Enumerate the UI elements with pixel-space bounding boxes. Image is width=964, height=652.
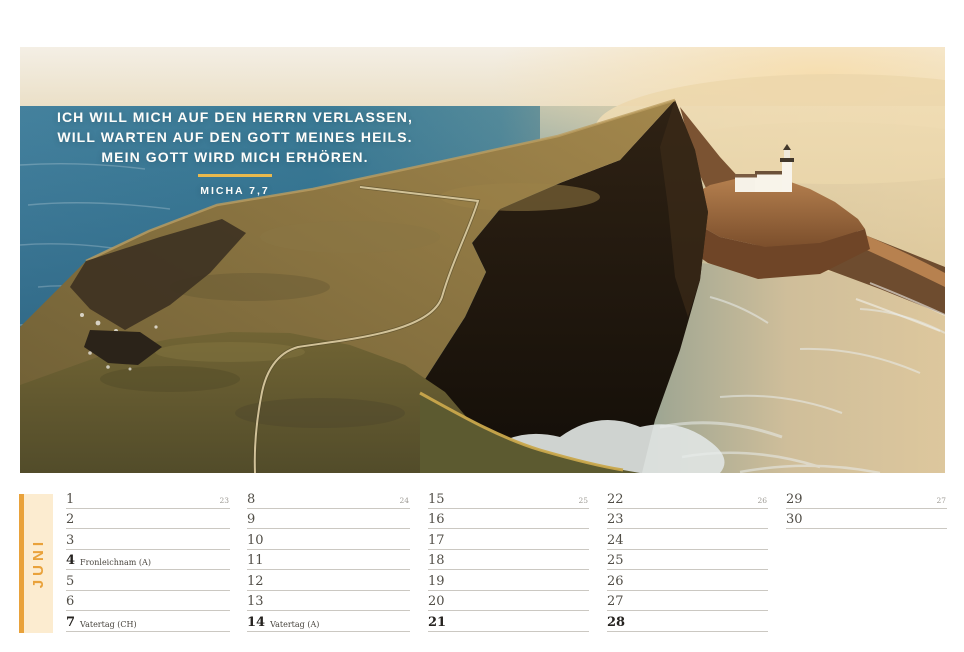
- day-number: 23: [607, 514, 624, 526]
- day-number: 27: [607, 596, 624, 608]
- day-number: 16: [428, 514, 445, 526]
- day-number: 15: [428, 494, 445, 506]
- day-row: 15 25: [428, 488, 589, 509]
- day-number: 6: [66, 596, 74, 608]
- day-row: 16: [428, 509, 589, 530]
- day-number: 22: [607, 494, 624, 506]
- day-number: 25: [607, 555, 624, 567]
- holiday-label: Fronleichnam (A): [80, 558, 151, 567]
- day-row: 19: [428, 570, 589, 591]
- day-row: 6: [66, 591, 230, 612]
- day-number: 5: [66, 576, 74, 588]
- calendar-grid: 1 23 2 3 4 Fronleichnam (A) 5 6 7 Vatert…: [0, 488, 964, 638]
- day-number: 24: [607, 535, 624, 547]
- calendar-photo: ICH WILL MICH AUF DEN HERRN VERLASSEN, W…: [20, 47, 945, 473]
- day-row: 20: [428, 591, 589, 612]
- week-number: 24: [399, 496, 409, 505]
- day-row: 3: [66, 529, 230, 550]
- day-number: 18: [428, 555, 445, 567]
- calendar-column-2: 8 24 9 10 11 12 13 14 Vatertag (A): [247, 488, 410, 632]
- day-row-holiday: 4 Fronleichnam (A): [66, 550, 230, 571]
- day-number: 28: [607, 617, 625, 629]
- day-row: 29 27: [786, 488, 947, 509]
- calendar-column-3: 15 25 16 17 18 19 20 21: [428, 488, 589, 632]
- day-number: 4: [66, 555, 75, 567]
- calendar-column-4: 22 26 23 24 25 26 27 28: [607, 488, 768, 632]
- day-number: 2: [66, 514, 74, 526]
- day-row: 25: [607, 550, 768, 571]
- calendar-column-5: 29 27 30: [786, 488, 947, 529]
- day-row: 5: [66, 570, 230, 591]
- day-row: 27: [607, 591, 768, 612]
- week-number: 23: [219, 496, 229, 505]
- week-number: 25: [578, 496, 588, 505]
- day-row: 23: [607, 509, 768, 530]
- day-row: 13: [247, 591, 410, 612]
- day-row: 10: [247, 529, 410, 550]
- calendar-column-1: 1 23 2 3 4 Fronleichnam (A) 5 6 7 Vatert…: [66, 488, 230, 632]
- day-row: 22 26: [607, 488, 768, 509]
- day-number: 11: [247, 555, 264, 567]
- day-row: 9: [247, 509, 410, 530]
- week-number: 27: [936, 496, 946, 505]
- day-row: 11: [247, 550, 410, 571]
- day-number: 20: [428, 596, 445, 608]
- day-number: 7: [66, 617, 75, 629]
- day-number: 13: [247, 596, 264, 608]
- day-number: 10: [247, 535, 264, 547]
- day-number: 1: [66, 494, 74, 506]
- bible-verse-overlay: ICH WILL MICH AUF DEN HERRN VERLASSEN, W…: [35, 107, 435, 197]
- holiday-label: Vatertag (A): [270, 620, 319, 629]
- day-number: 26: [607, 576, 624, 588]
- verse-reference: MICHA 7,7: [35, 185, 435, 197]
- day-number: 21: [428, 617, 446, 629]
- day-number: 9: [247, 514, 255, 526]
- day-row: 12: [247, 570, 410, 591]
- verse-line-3: MEIN GOTT WIRD MICH ERHÖREN.: [35, 147, 435, 167]
- week-number: 26: [757, 496, 767, 505]
- day-row-sunday: 21: [428, 611, 589, 632]
- day-number: 12: [247, 576, 264, 588]
- day-row: 30: [786, 509, 947, 530]
- day-row-holiday: 14 Vatertag (A): [247, 611, 410, 632]
- day-row: 2: [66, 509, 230, 530]
- day-row-holiday: 7 Vatertag (CH): [66, 611, 230, 632]
- verse-divider-rule: [198, 174, 272, 177]
- day-row: 1 23: [66, 488, 230, 509]
- day-number: 8: [247, 494, 255, 506]
- day-number: 29: [786, 494, 803, 506]
- day-number: 14: [247, 617, 265, 629]
- day-number: 17: [428, 535, 445, 547]
- day-row: 18: [428, 550, 589, 571]
- day-row: 26: [607, 570, 768, 591]
- day-row-sunday: 28: [607, 611, 768, 632]
- verse-line-2: WILL WARTEN AUF DEN GOTT MEINES HEILS.: [35, 127, 435, 147]
- day-number: 3: [66, 535, 74, 547]
- day-row: 17: [428, 529, 589, 550]
- day-row: 24: [607, 529, 768, 550]
- holiday-label: Vatertag (CH): [80, 620, 137, 629]
- day-row: 8 24: [247, 488, 410, 509]
- day-number: 30: [786, 514, 803, 526]
- verse-line-1: ICH WILL MICH AUF DEN HERRN VERLASSEN,: [35, 107, 435, 127]
- day-number: 19: [428, 576, 445, 588]
